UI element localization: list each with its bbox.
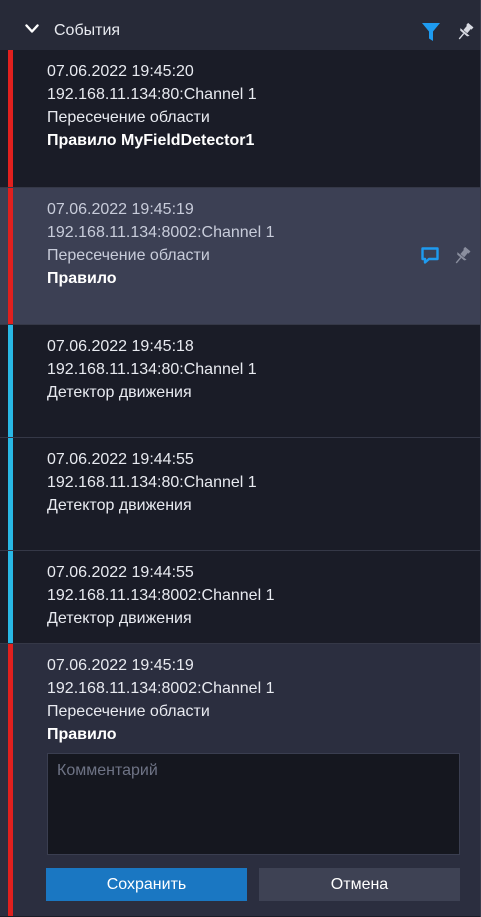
event-datetime: 07.06.2022 19:45:19 [47, 201, 194, 218]
event-datetime: 07.06.2022 19:44:55 [47, 564, 194, 581]
event-datetime: 07.06.2022 19:44:55 [47, 451, 194, 468]
event-datetime: 07.06.2022 19:45:19 [47, 657, 194, 674]
comment-field[interactable] [47, 753, 460, 855]
cancel-button[interactable]: Отмена [259, 868, 460, 901]
event-type: Детектор движения [47, 610, 192, 627]
event-datetime: 07.06.2022 19:45:20 [47, 63, 194, 80]
event-source: 192.168.11.134:8002:Channel 1 [47, 680, 275, 697]
event-type: Пересечение области [47, 247, 210, 264]
comment-icon[interactable] [420, 246, 440, 266]
filter-icon[interactable] [421, 22, 441, 42]
event-item[interactable]: 07.06.2022 19:44:55 192.168.11.134:8002:… [0, 551, 480, 644]
event-item[interactable]: 07.06.2022 19:45:20 192.168.11.134:80:Ch… [0, 50, 480, 188]
event-item[interactable]: 07.06.2022 19:45:18 192.168.11.134:80:Ch… [0, 325, 480, 438]
panel-header[interactable]: События [0, 0, 480, 50]
event-severity-stripe [8, 644, 13, 916]
event-source: 192.168.11.134:8002:Channel 1 [47, 224, 275, 241]
event-source: 192.168.11.134:80:Channel 1 [47, 474, 257, 491]
panel-title: События [54, 22, 121, 39]
event-type: Детектор движения [47, 384, 192, 401]
event-source: 192.168.11.134:80:Channel 1 [47, 86, 257, 103]
events-panel: События 07.06.2022 19:45:20 192.168.11.1… [0, 0, 481, 917]
pin-icon[interactable] [455, 22, 475, 42]
event-severity-stripe [8, 438, 13, 550]
event-source: 192.168.11.134:8002:Channel 1 [47, 587, 275, 604]
event-item-expanded[interactable]: 07.06.2022 19:45:19 192.168.11.134:8002:… [0, 644, 480, 916]
event-rule: Правило [47, 726, 117, 743]
event-severity-stripe [8, 551, 13, 643]
event-severity-stripe [8, 188, 13, 324]
event-type: Детектор движения [47, 497, 192, 514]
event-type: Пересечение области [47, 109, 210, 126]
event-severity-stripe [8, 325, 13, 437]
event-list: 07.06.2022 19:45:20 192.168.11.134:80:Ch… [0, 50, 480, 916]
save-button[interactable]: Сохранить [46, 868, 247, 901]
event-datetime: 07.06.2022 19:45:18 [47, 338, 194, 355]
event-item[interactable]: 07.06.2022 19:45:19 192.168.11.134:8002:… [0, 188, 480, 325]
event-item[interactable]: 07.06.2022 19:44:55 192.168.11.134:80:Ch… [0, 438, 480, 551]
event-type: Пересечение области [47, 703, 210, 720]
pin-icon[interactable] [452, 246, 472, 266]
event-rule: Правило MyFieldDetector1 [47, 132, 255, 149]
event-rule: Правило [47, 270, 117, 287]
chevron-down-icon[interactable] [25, 24, 39, 34]
event-source: 192.168.11.134:80:Channel 1 [47, 361, 257, 378]
event-severity-stripe [8, 50, 13, 187]
